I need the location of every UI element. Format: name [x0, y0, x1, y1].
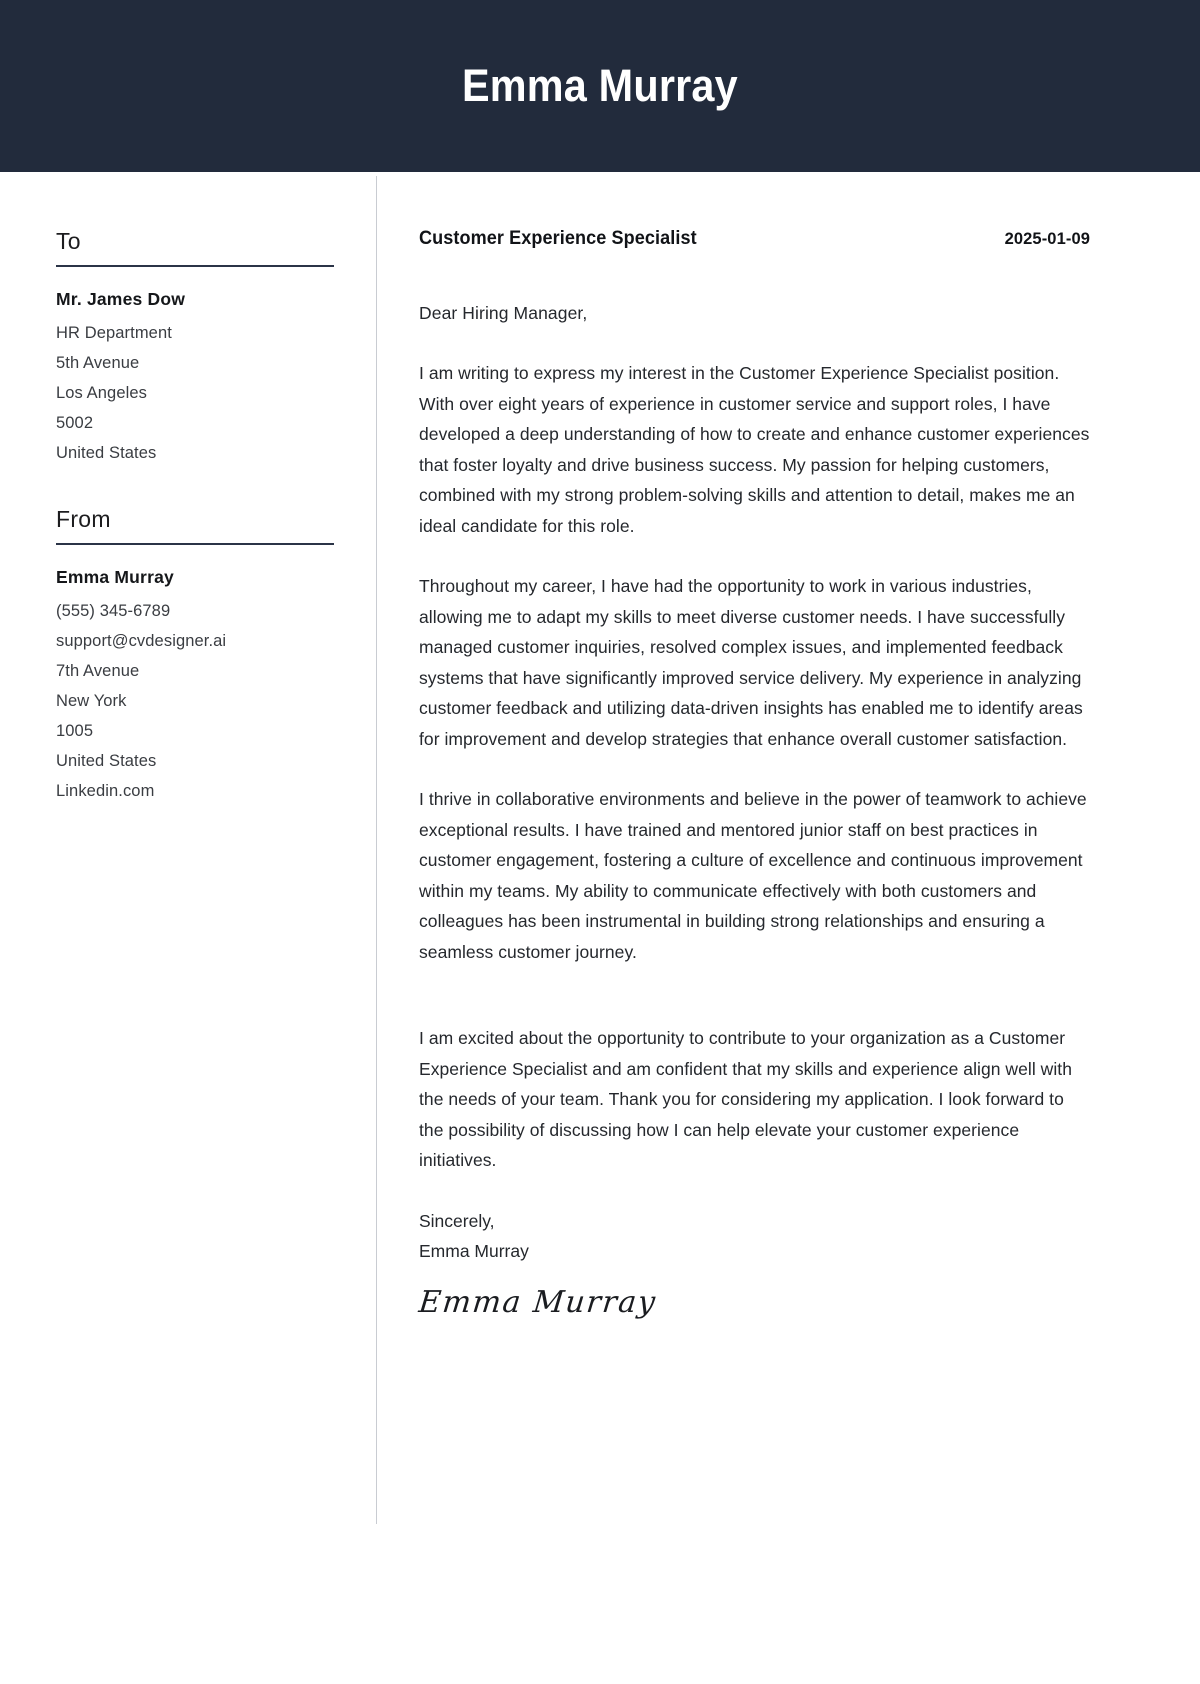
sender-block: From Emma Murray (555) 345-6789 support@…: [56, 506, 334, 806]
to-divider: [56, 265, 334, 267]
letter-paragraph: Throughout my career, I have had the opp…: [419, 576, 1083, 749]
letter-header-row: Customer Experience Specialist 2025-01-0…: [419, 228, 1090, 250]
sender-line: United States: [56, 752, 157, 770]
salutation: Dear Hiring Manager,: [419, 303, 588, 323]
letter-paragraph: I am excited about the opportunity to co…: [419, 1028, 1073, 1170]
letter-paragraph: I thrive in collaborative environments a…: [419, 789, 1087, 962]
recipient-name: Mr. James Dow: [56, 289, 186, 309]
signature: Emma Murray: [417, 1284, 659, 1320]
sender-name: Emma Murray: [56, 567, 174, 587]
page-title: Emma Murray: [462, 60, 738, 111]
letter-body: To Mr. James Dow HR Department 5th Avenu…: [0, 172, 1200, 1684]
letter-date: 2025-01-09: [1004, 230, 1090, 248]
to-heading: To: [56, 228, 81, 254]
recipient-line: United States: [56, 444, 157, 462]
from-heading: From: [56, 506, 111, 532]
letter-content: Customer Experience Specialist 2025-01-0…: [377, 172, 1200, 1684]
cover-letter-page: Emma Murray To Mr. James Dow HR Departme…: [0, 0, 1200, 1684]
recipient-line: 5002: [56, 414, 94, 432]
recipient-line: 5th Avenue: [56, 354, 140, 372]
sender-line: 1005: [56, 722, 94, 740]
job-title: Customer Experience Specialist: [419, 228, 697, 249]
sender-phone: (555) 345-6789: [56, 602, 171, 620]
recipient-block: To Mr. James Dow HR Department 5th Avenu…: [56, 228, 334, 468]
closing-text: Sincerely,: [419, 1210, 495, 1231]
closing-name: Emma Murray: [419, 1241, 529, 1261]
sender-email: support@cvdesigner.ai: [56, 632, 227, 650]
sender-linkedin: Linkedin.com: [56, 782, 155, 800]
from-divider: [56, 543, 334, 545]
sender-line: New York: [56, 692, 127, 710]
recipient-line: HR Department: [56, 324, 172, 342]
recipient-line: Los Angeles: [56, 384, 148, 402]
letter-paragraph: I am writing to express my interest in t…: [419, 363, 1090, 536]
sender-line: 7th Avenue: [56, 662, 140, 680]
sidebar: To Mr. James Dow HR Department 5th Avenu…: [0, 172, 376, 1684]
header-banner: Emma Murray: [0, 0, 1200, 172]
